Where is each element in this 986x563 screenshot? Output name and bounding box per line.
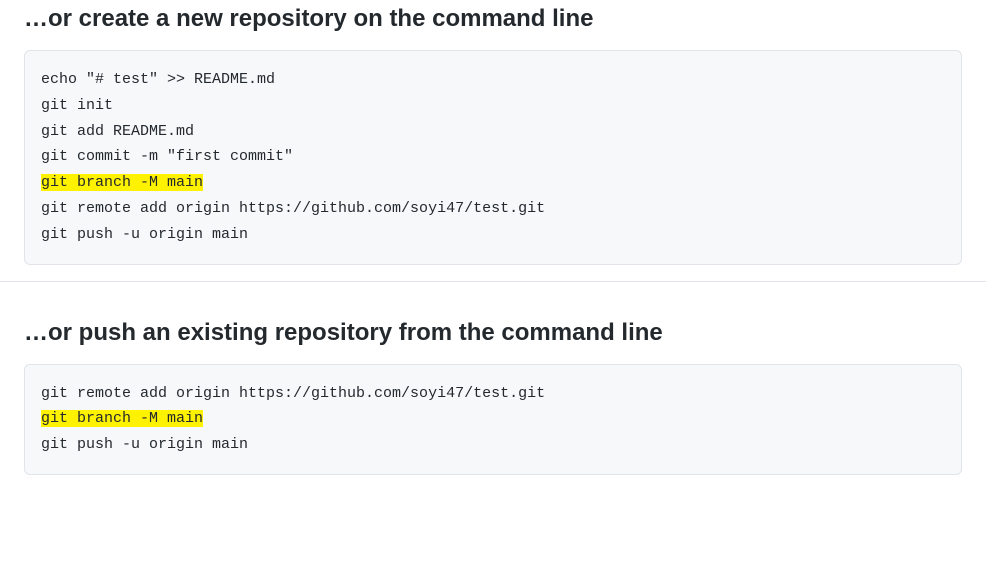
code-line: git branch -M main xyxy=(41,170,945,196)
create-new-repo-codeblock: echo "# test" >> README.md git init git … xyxy=(24,50,962,265)
push-existing-repo-heading: …or push an existing repository from the… xyxy=(24,318,962,348)
create-new-repo-heading: …or create a new repository on the comma… xyxy=(24,4,962,34)
highlighted-command: git branch -M main xyxy=(41,174,203,191)
push-existing-repo-codeblock: git remote add origin https://github.com… xyxy=(24,364,962,475)
create-new-repo-section: …or create a new repository on the comma… xyxy=(0,4,986,265)
highlighted-command: git branch -M main xyxy=(41,410,203,427)
code-line: git add README.md xyxy=(41,119,945,145)
code-line: git remote add origin https://github.com… xyxy=(41,381,945,407)
code-line: git push -u origin main xyxy=(41,432,945,458)
code-line: git init xyxy=(41,93,945,119)
code-line: git commit -m "first commit" xyxy=(41,144,945,170)
code-line: git push -u origin main xyxy=(41,222,945,248)
section-divider xyxy=(0,281,986,282)
code-line: git remote add origin https://github.com… xyxy=(41,196,945,222)
code-line: git branch -M main xyxy=(41,406,945,432)
code-line: echo "# test" >> README.md xyxy=(41,67,945,93)
push-existing-repo-section: …or push an existing repository from the… xyxy=(0,318,986,475)
